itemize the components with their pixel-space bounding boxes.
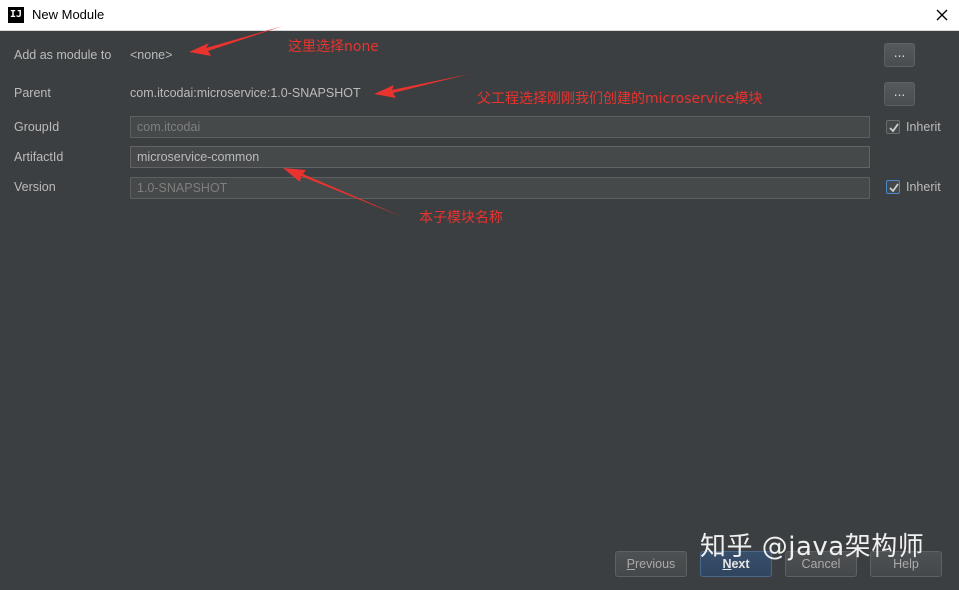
close-button[interactable] xyxy=(933,6,951,24)
add-as-module-value[interactable]: <none> xyxy=(130,48,172,62)
window-title: New Module xyxy=(32,7,105,22)
group-id-label: GroupId xyxy=(14,120,60,134)
group-id-inherit-checkbox[interactable] xyxy=(886,120,900,134)
watermark: 知乎 @java架构师 xyxy=(700,532,925,562)
version-inherit-label: Inherit xyxy=(906,180,941,194)
version-inherit-checkbox[interactable] xyxy=(886,180,900,194)
add-as-module-browse-button[interactable]: ... xyxy=(884,43,915,67)
artifact-id-label: ArtifactId xyxy=(14,150,64,164)
version-label: Version xyxy=(14,180,56,194)
title-bar: IJ New Module xyxy=(0,0,959,31)
close-icon xyxy=(936,9,948,21)
parent-browse-button[interactable]: ... xyxy=(884,82,915,106)
previous-button[interactable]: Previous xyxy=(615,551,687,577)
checkmark-icon xyxy=(889,183,899,193)
annotation-select-none: 这里选择none xyxy=(288,39,379,55)
group-id-field[interactable]: com.itcodai xyxy=(130,116,870,138)
version-field[interactable]: 1.0-SNAPSHOT xyxy=(130,177,870,199)
checkmark-icon xyxy=(889,123,899,133)
intellij-icon: IJ xyxy=(8,7,24,23)
annotation-arrow-2 xyxy=(374,74,469,98)
group-id-inherit-label: Inherit xyxy=(906,120,941,134)
parent-value[interactable]: com.itcodai:microservice:1.0-SNAPSHOT xyxy=(130,86,361,100)
artifact-id-field[interactable]: microservice-common xyxy=(130,146,870,168)
annotation-parent-project: 父工程选择刚刚我们创建的microservice模块 xyxy=(477,91,763,107)
parent-label: Parent xyxy=(14,86,51,100)
annotation-submodule-name: 本子模块名称 xyxy=(419,210,503,226)
add-as-module-label: Add as module to xyxy=(14,48,112,62)
